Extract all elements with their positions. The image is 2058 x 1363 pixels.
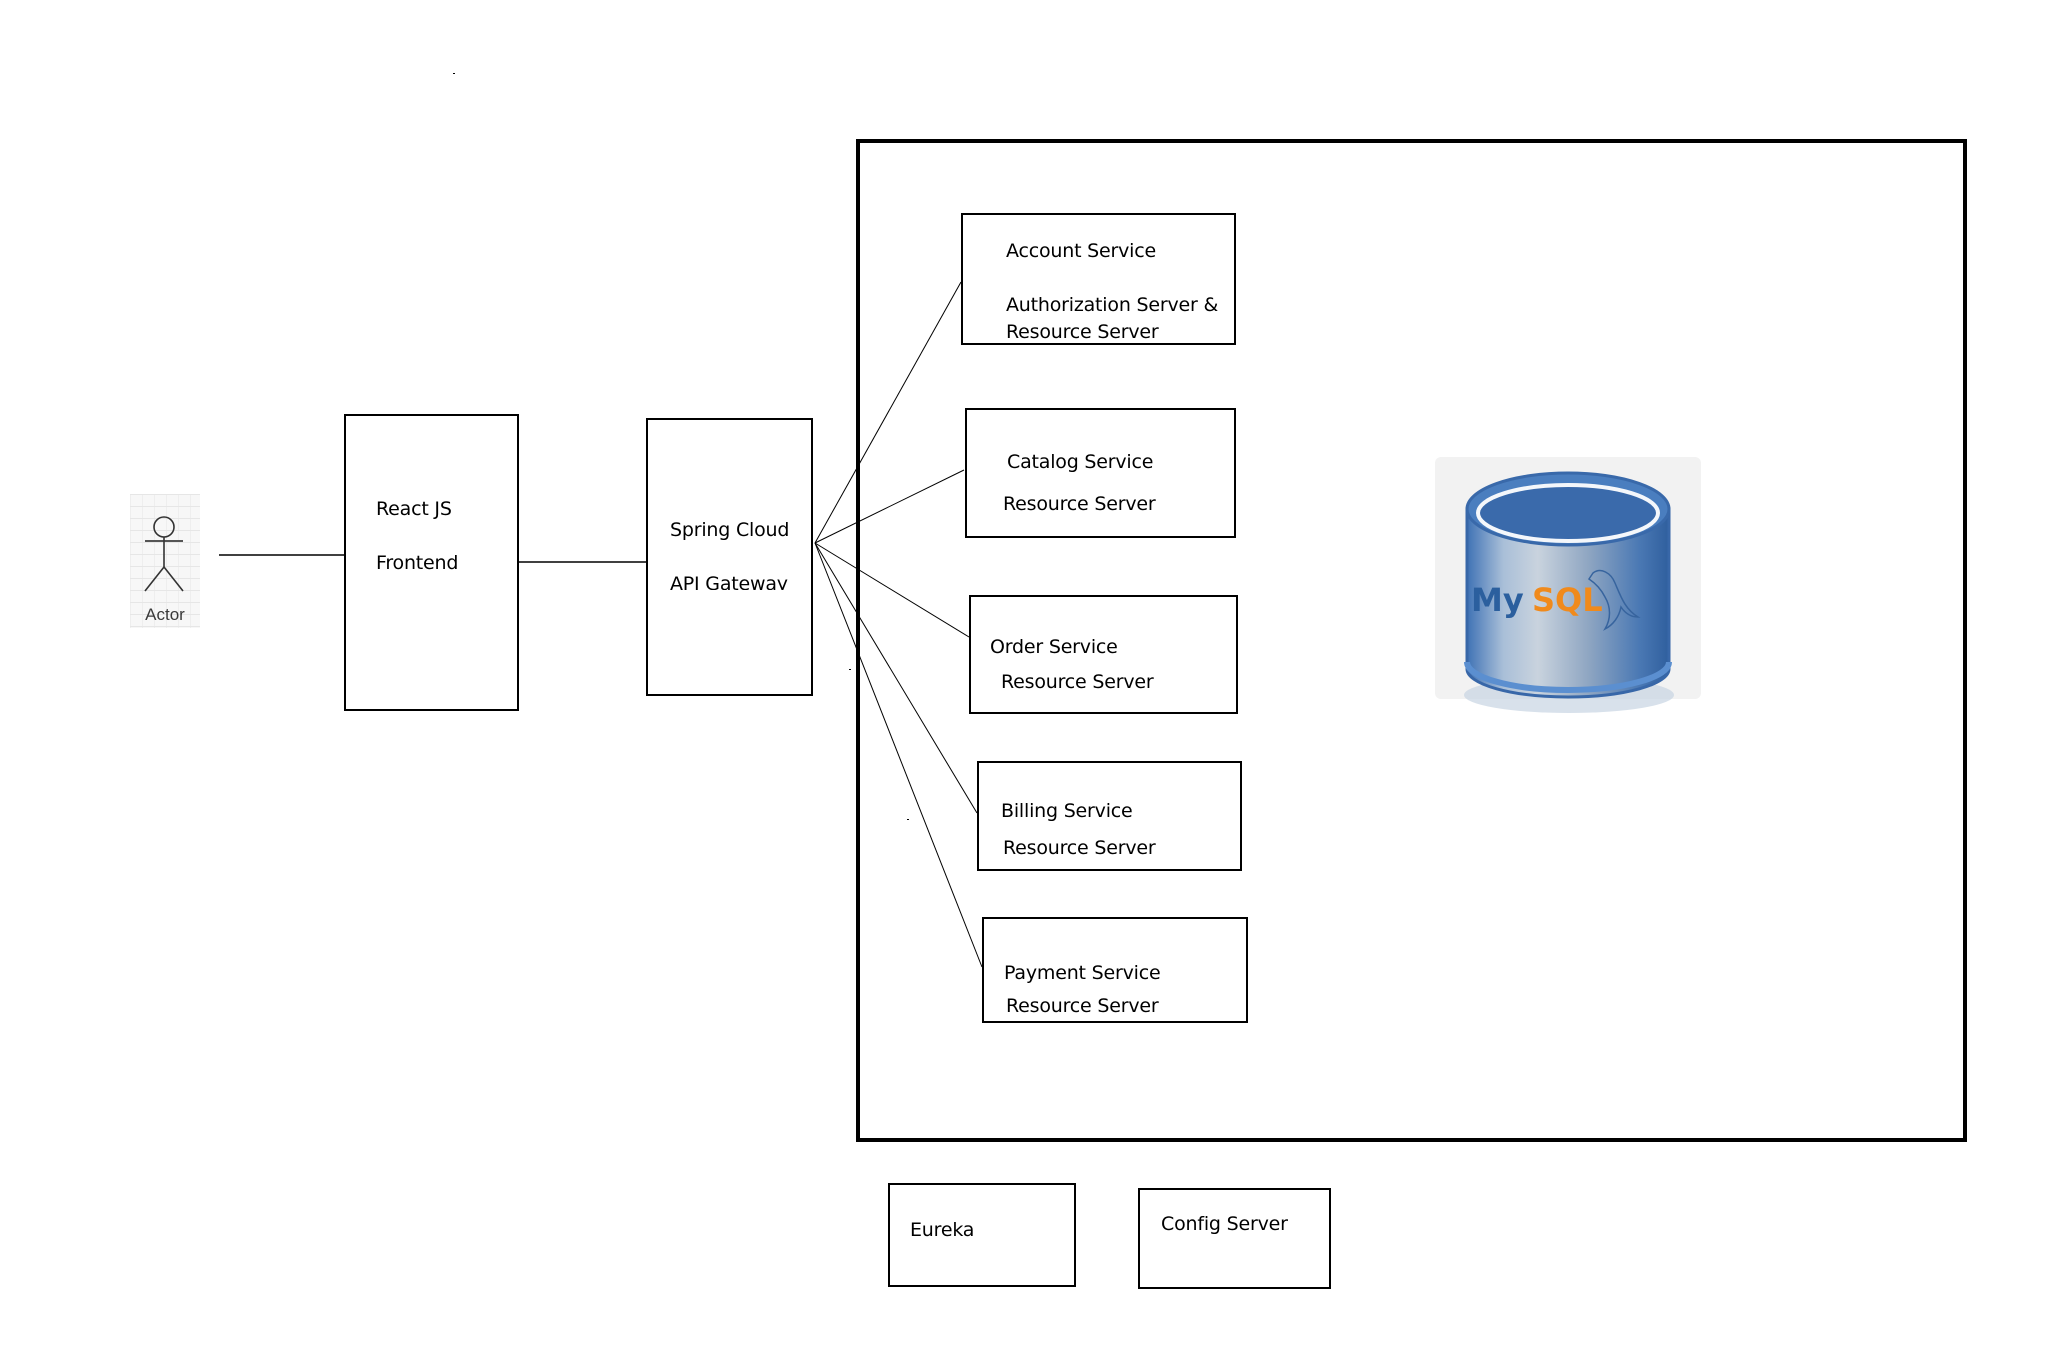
service-name: Catalog Service [1007,451,1154,473]
frontend-title: React JS [376,498,452,520]
api-gateway-box[interactable]: Spring Cloud API Gateway [646,418,813,696]
order-service-box[interactable]: Order Service Resource Server [969,595,1238,714]
mysql-logo-sql: SQL [1532,581,1603,619]
gateway-subtitle: API Gateway [670,573,788,591]
service-name: Order Service [990,636,1118,658]
config-server-box[interactable]: Config Server [1138,1188,1331,1289]
stray-dot [849,669,851,670]
frontend-subtitle: Frontend [376,552,459,574]
gateway-title: Spring Cloud [670,519,790,541]
service-role: Resource Server [1006,995,1159,1017]
service-role: Resource Server [1003,493,1156,515]
service-role-line1: Authorization Server & [1006,294,1219,316]
service-role: Resource Server [1001,671,1154,693]
actor-label: Actor [145,605,185,624]
service-name: Payment Service [1004,962,1161,984]
frontend-box[interactable]: React JS Frontend [344,414,519,711]
actor[interactable]: Actor [130,494,200,628]
catalog-service-box[interactable]: Catalog Service Resource Server [965,408,1236,538]
eureka-box[interactable]: Eureka [888,1183,1076,1287]
gateway-subtitle-clip: API Gateway [670,570,810,591]
service-name: Billing Service [1001,800,1133,822]
service-role: Resource Server [1003,837,1156,859]
mysql-logo-my: My [1471,581,1524,619]
service-name: Account Service [1006,240,1156,262]
stick-figure-icon [144,516,184,592]
mysql-database-icon: My SQL [1464,471,1674,713]
billing-service-box[interactable]: Billing Service Resource Server [977,761,1242,871]
payment-service-box[interactable]: Payment Service Resource Server [982,917,1248,1023]
account-service-box[interactable]: Account Service Authorization Server & R… [961,213,1236,345]
config-server-label: Config Server [1161,1213,1288,1235]
stray-dot [453,73,455,74]
mysql-database[interactable]: My SQL [1435,457,1701,713]
eureka-label: Eureka [910,1219,975,1241]
service-role-line2: Resource Server [1006,321,1159,343]
